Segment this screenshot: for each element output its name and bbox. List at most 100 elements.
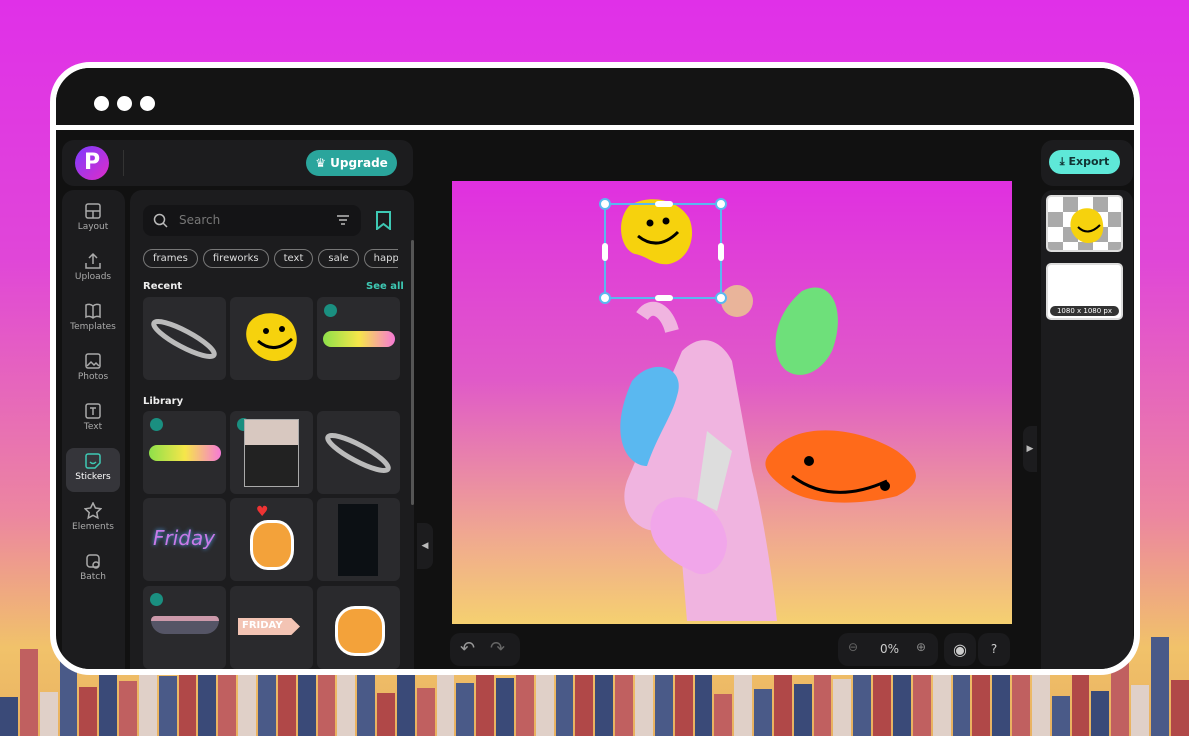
filter-icon[interactable]: [336, 215, 350, 226]
recent-heading: Recent: [143, 281, 183, 292]
sidebar-item-templates[interactable]: Templates: [66, 298, 120, 342]
building: [0, 697, 18, 736]
resize-handle[interactable]: [718, 243, 724, 261]
bookmark-icon[interactable]: [375, 211, 392, 230]
window-dot: [94, 96, 109, 111]
sticker-friday-neon[interactable]: Friday: [143, 498, 226, 581]
batch-icon: [86, 554, 100, 569]
panel-scrollbar[interactable]: [411, 240, 414, 505]
building: [198, 671, 217, 736]
preview-eye-icon[interactable]: ◉: [944, 633, 976, 666]
resize-handle[interactable]: [599, 292, 611, 304]
export-header: ⤓ Export: [1041, 140, 1133, 186]
sticker-gradient-blobs[interactable]: [143, 411, 226, 494]
building: [833, 678, 852, 736]
star-icon: [84, 502, 102, 520]
design-canvas[interactable]: [452, 181, 1012, 624]
sidebar-item-layout[interactable]: Layout: [66, 198, 120, 242]
expand-right-handle[interactable]: ▶: [1023, 426, 1037, 472]
window-dot: [117, 96, 132, 111]
redo-icon[interactable]: ↷: [490, 638, 505, 659]
pages-panel: 1080 x 1080 px: [1041, 190, 1133, 669]
tag-chip[interactable]: happ: [363, 249, 398, 268]
building: [535, 672, 554, 736]
resize-handle[interactable]: [715, 292, 727, 304]
building: [119, 681, 137, 736]
sticker-dark-image[interactable]: [317, 498, 400, 581]
top-header: P ♛ Upgrade: [62, 140, 413, 186]
sidebar-item-label: Uploads: [74, 272, 112, 282]
building: [158, 676, 177, 736]
sticker-gradient-blobs[interactable]: [317, 297, 400, 380]
premium-badge: [324, 304, 337, 317]
layer-thumbnail-sticker[interactable]: [1046, 195, 1123, 252]
upload-icon: [85, 252, 101, 269]
text-icon: [85, 403, 101, 419]
tag-chip[interactable]: text: [273, 249, 314, 268]
sidebar-item-label: Stickers: [75, 472, 111, 482]
resize-handle[interactable]: [599, 198, 611, 210]
app-logo[interactable]: P: [75, 146, 109, 180]
sticker-tiger-heart[interactable]: ♥: [230, 498, 313, 581]
sidebar-item-elements[interactable]: Elements: [66, 498, 120, 542]
canvas-artwork: [620, 199, 916, 621]
sidebar-item-label: Elements: [72, 522, 114, 532]
sidebar-item-label: Batch: [80, 572, 106, 582]
resize-handle[interactable]: [655, 201, 673, 207]
undo-icon[interactable]: ↶: [460, 638, 475, 659]
building: [79, 686, 98, 736]
zoom-level: 0%: [880, 642, 900, 656]
premium-badge: [150, 418, 163, 431]
crown-icon: ♛: [315, 156, 331, 170]
sidebar-item-text[interactable]: Text: [66, 398, 120, 442]
resize-handle[interactable]: [655, 295, 673, 301]
sidebar-item-label: Text: [83, 422, 103, 432]
premium-badge: [150, 593, 163, 606]
sticker-yellow-smiley[interactable]: [230, 297, 313, 380]
sticker-frame[interactable]: [230, 411, 313, 494]
see-all-link[interactable]: See all: [366, 281, 404, 292]
building: [1150, 637, 1169, 736]
app-window: P ♛ Upgrade Layout Uploads Templates Photos…: [50, 62, 1140, 675]
building: [912, 668, 931, 736]
collapse-panel-handle[interactable]: ◀: [417, 523, 433, 569]
search-input[interactable]: Search: [143, 205, 361, 236]
tag-chip[interactable]: frames: [143, 249, 198, 268]
sidebar-item-label: Photos: [77, 372, 109, 382]
sidebar: Layout Uploads Templates Photos Text Stickers…: [62, 190, 125, 669]
building: [456, 682, 475, 736]
building: [1091, 690, 1110, 736]
divider: [123, 150, 124, 176]
sidebar-item-photos[interactable]: Photos: [66, 348, 120, 392]
sticker-floral-banner[interactable]: [143, 586, 226, 669]
sticker-ring[interactable]: [143, 297, 226, 380]
building: [754, 689, 772, 736]
building: [1170, 680, 1189, 736]
image-icon: [85, 353, 101, 369]
sticker-ring[interactable]: [317, 411, 400, 494]
building: [496, 677, 514, 736]
tag-chip[interactable]: sale: [318, 249, 359, 268]
sidebar-item-batch[interactable]: Batch: [66, 548, 120, 592]
building: [1051, 695, 1070, 736]
building: [19, 648, 38, 736]
resize-handle[interactable]: [715, 198, 727, 210]
sticker-tiger-flower[interactable]: [317, 586, 400, 669]
page-thumbnail[interactable]: 1080 x 1080 px: [1046, 263, 1123, 320]
layout-icon: [85, 203, 101, 219]
building: [416, 687, 435, 736]
help-icon[interactable]: ?: [978, 633, 1010, 666]
sticker-friday-tag[interactable]: FRIDAY: [230, 586, 313, 669]
tag-chip[interactable]: fireworks: [202, 249, 269, 268]
export-button[interactable]: ⤓ Export: [1049, 150, 1120, 174]
zoom-out-icon[interactable]: ⊖: [848, 640, 858, 654]
sidebar-item-stickers[interactable]: Stickers: [66, 448, 120, 492]
sidebar-item-uploads[interactable]: Uploads: [66, 248, 120, 292]
resize-handle[interactable]: [602, 243, 608, 261]
window-dot: [140, 96, 155, 111]
search-placeholder: Search: [179, 213, 221, 227]
upgrade-button[interactable]: ♛ Upgrade: [306, 150, 397, 176]
selection-box[interactable]: [599, 198, 727, 304]
zoom-in-icon[interactable]: ⊕: [916, 640, 926, 654]
stickers-panel: Search frames fireworks text sale happ Recen…: [130, 190, 414, 669]
